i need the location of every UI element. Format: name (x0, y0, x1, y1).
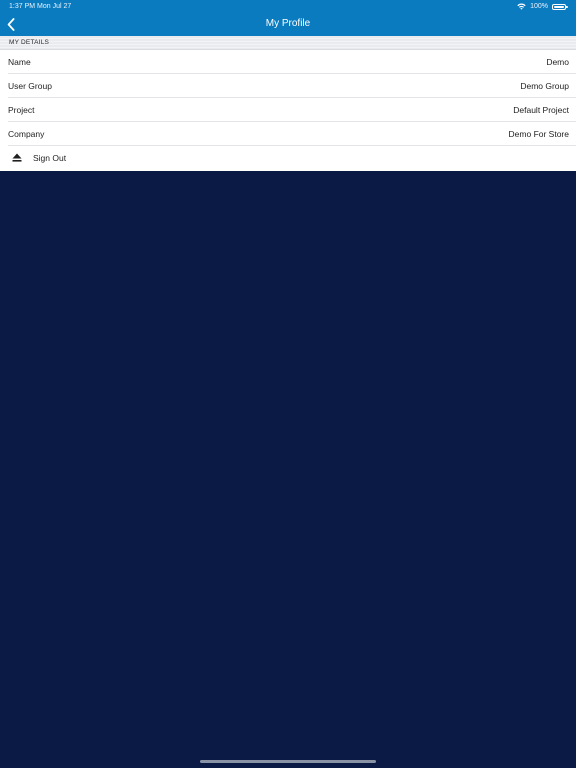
section-title: MY DETAILS (9, 39, 50, 46)
row-value: Default Project (513, 105, 569, 115)
eject-icon (12, 153, 22, 162)
row-value: Demo (546, 57, 569, 67)
detail-row-company: Company Demo For Store (0, 122, 576, 146)
home-indicator[interactable] (200, 760, 376, 763)
sign-out-button[interactable]: Sign Out (0, 146, 576, 170)
detail-row-name: Name Demo (0, 50, 576, 74)
row-value: Demo For Store (508, 129, 569, 139)
row-value: Demo Group (520, 81, 569, 91)
sign-out-label: Sign Out (33, 153, 67, 163)
row-label: Project (8, 105, 35, 115)
detail-row-project: Project Default Project (0, 98, 576, 122)
row-label: User Group (8, 81, 52, 91)
page-title: My Profile (265, 18, 311, 29)
status-time: 1:37 PM Mon Jul 27 (9, 3, 72, 10)
details-list: Name Demo User Group Demo Group Project … (0, 50, 576, 170)
row-label: Company (8, 129, 45, 139)
wifi-icon (517, 3, 526, 10)
row-label: Name (8, 57, 31, 67)
battery-percent: 100% (530, 3, 548, 10)
status-indicators: 100% (517, 2, 568, 11)
battery-full-icon (552, 3, 568, 10)
navigation-bar: My Profile (0, 13, 576, 36)
profile-panel: MY DETAILS Name Demo User Group Demo Gro… (0, 36, 576, 171)
detail-row-user-group: User Group Demo Group (0, 74, 576, 98)
app-header: 1:37 PM Mon Jul 27 100% My Profile (0, 0, 576, 36)
status-bar: 1:37 PM Mon Jul 27 100% (0, 0, 576, 13)
section-header-my-details: MY DETAILS (0, 36, 576, 50)
